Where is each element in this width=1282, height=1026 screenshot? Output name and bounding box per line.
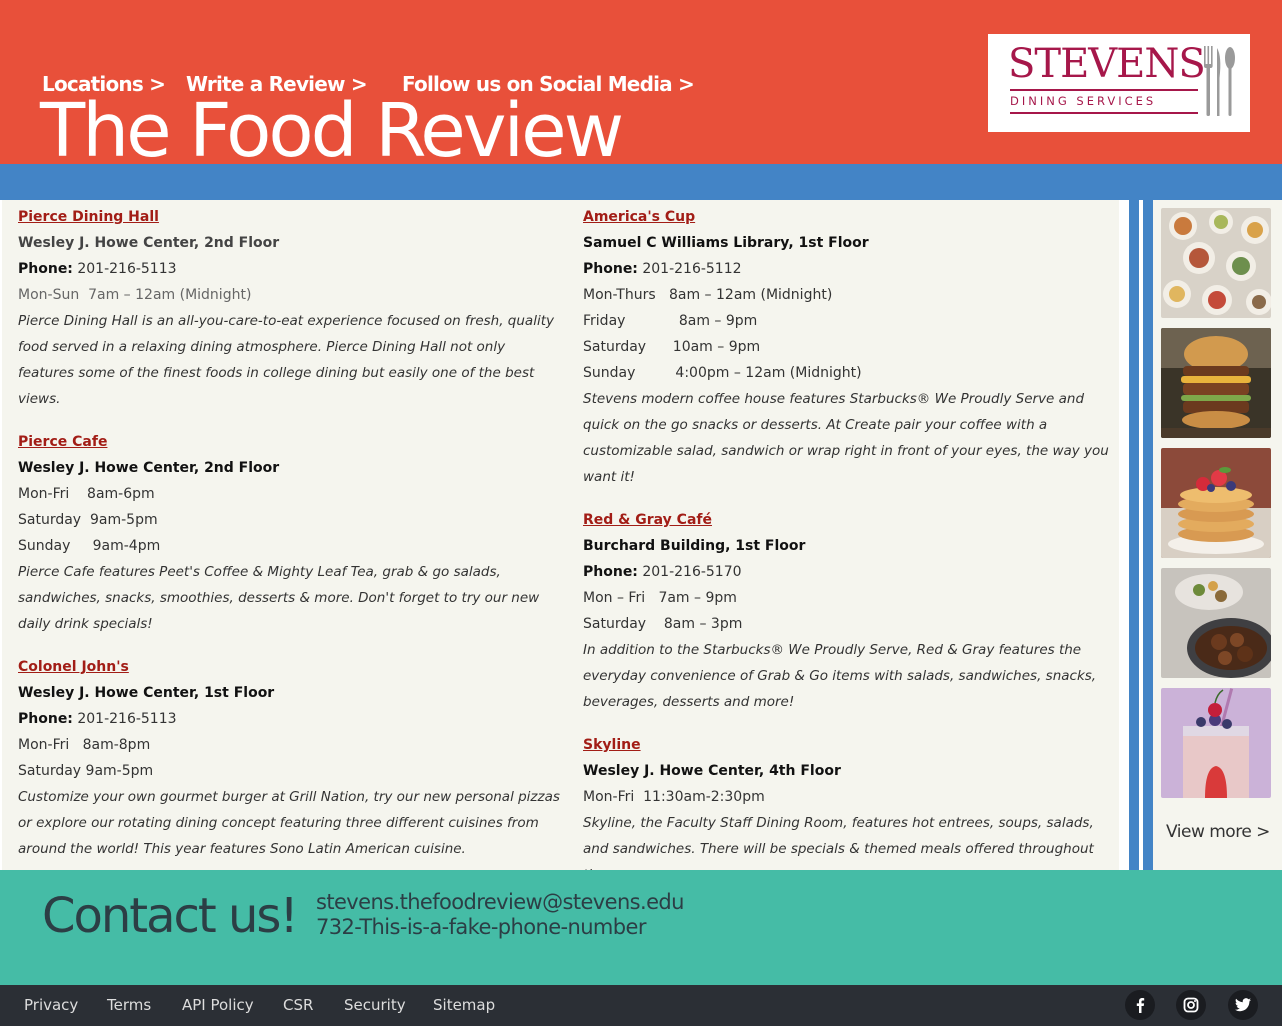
venue-hours: Saturday 10am – 9pm — [583, 339, 761, 355]
facebook-icon[interactable] — [1125, 990, 1155, 1020]
venue-description: Pierce Dining Hall is an all-you-care-to… — [18, 313, 554, 407]
phone-label: Phone: — [583, 261, 638, 277]
header: Locations > Write a Review > Follow us o… — [0, 0, 1282, 164]
venue-description: Pierce Cafe features Peet's Coffee & Mig… — [18, 564, 540, 632]
venue-name-link[interactable]: Skyline — [583, 732, 1113, 758]
venue-location: Burchard Building, 1st Floor — [583, 538, 806, 554]
contact-title: Contact us! — [42, 888, 299, 944]
footer-terms-link[interactable]: Terms — [107, 996, 151, 1014]
venue-description: In addition to the Starbucks® We Proudly… — [583, 642, 1097, 710]
venue-hours: Saturday 9am-5pm — [18, 763, 154, 779]
venue-hours: Sunday 9am-4pm — [18, 538, 161, 554]
venue-name-link[interactable]: Pierce Cafe — [18, 429, 563, 455]
venue-location: Samuel C Williams Library, 1st Floor — [583, 235, 869, 251]
venue-hours: Saturday 9am-5pm — [18, 512, 158, 528]
phone-number: 201-216-5113 — [72, 711, 177, 727]
view-more-link[interactable]: View more > — [1166, 822, 1270, 842]
venue-hours: Mon-Sun 7am – 12am (Midnight) — [18, 287, 252, 303]
phone-number: 201-216-5170 — [637, 564, 742, 580]
venue-hours: Mon-Fri 8am-8pm — [18, 737, 151, 753]
phone-number: 201-216-5113 — [72, 261, 177, 277]
footer-security-link[interactable]: Security — [344, 996, 406, 1014]
footer-privacy-link[interactable]: Privacy — [24, 996, 78, 1014]
venue-hours: Friday 8am – 9pm — [583, 313, 758, 329]
contact-email-link[interactable]: stevens.thefoodreview@stevens.edu — [316, 890, 684, 914]
logo-rule-bottom — [1010, 112, 1198, 114]
footer-api-policy-link[interactable]: API Policy — [182, 996, 254, 1014]
logo-rule-top — [1010, 89, 1198, 91]
venue-description: Customize your own gourmet burger at Gri… — [18, 789, 560, 857]
logo-wordmark: STEVENS — [1008, 41, 1206, 87]
venue-location: Wesley J. Howe Center, 1st Floor — [18, 685, 275, 701]
venue-location: Wesley J. Howe Center, 2nd Floor — [18, 460, 280, 476]
venue-phone: Phone: 201-216-5113 — [18, 256, 563, 282]
phone-number: 201-216-5112 — [637, 261, 742, 277]
venue-hours: Saturday 8am – 3pm — [583, 616, 743, 632]
footer: Privacy Terms API Policy CSR Security Si… — [0, 985, 1282, 1026]
venue-colonel-johns: Colonel John's Wesley J. Howe Center, 1s… — [18, 654, 563, 862]
venues-left-column: Pierce Dining Hall Wesley J. Howe Center… — [18, 204, 563, 879]
logo-subtitle: DINING SERVICES — [1010, 94, 1157, 108]
contact-section: Contact us! stevens.thefoodreview@steven… — [0, 870, 1282, 985]
venue-pierce-dining-hall: Pierce Dining Hall Wesley J. Howe Center… — [18, 204, 563, 412]
stevens-dining-logo[interactable]: STEVENS DINING SERVICES — [988, 34, 1250, 132]
phone-label: Phone: — [18, 711, 73, 727]
footer-csr-link[interactable]: CSR — [283, 996, 313, 1014]
venue-phone: Phone: 201-216-5113 — [18, 706, 563, 732]
footer-sitemap-link[interactable]: Sitemap — [433, 996, 495, 1014]
twitter-icon[interactable] — [1228, 990, 1258, 1020]
main-content: Pierce Dining Hall Wesley J. Howe Center… — [0, 200, 1120, 883]
column-divider — [1129, 200, 1139, 870]
venue-red-gray-cafe: Red & Gray Café Burchard Building, 1st F… — [583, 507, 1113, 715]
burger-image[interactable] — [1161, 328, 1271, 438]
header-band — [0, 164, 1282, 200]
venue-hours: Sunday 4:00pm – 12am (Midnight) — [583, 365, 862, 381]
venue-americas-cup: America's Cup Samuel C Williams Library,… — [583, 204, 1113, 490]
venue-hours: Mon – Fri 7am – 9pm — [583, 590, 737, 606]
page-title: The Food Review — [40, 88, 624, 164]
venues-right-column: America's Cup Samuel C Williams Library,… — [583, 204, 1113, 905]
pancakes-image[interactable] — [1161, 448, 1271, 558]
beef-dish-image[interactable] — [1161, 568, 1271, 678]
venue-name-link[interactable]: Pierce Dining Hall — [18, 204, 563, 230]
venue-hours: Mon-Fri 8am-6pm — [18, 486, 155, 502]
phone-label: Phone: — [583, 564, 638, 580]
venue-name-link[interactable]: Colonel John's — [18, 654, 563, 680]
venue-hours: Mon-Thurs 8am – 12am (Midnight) — [583, 287, 833, 303]
column-divider — [1119, 200, 1129, 870]
photo-sidebar: View more > — [1153, 200, 1282, 870]
column-divider — [1143, 200, 1153, 870]
venue-skyline: Skyline Wesley J. Howe Center, 4th Floor… — [583, 732, 1113, 888]
venue-hours: Mon-Fri 11:30am-2:30pm — [583, 789, 765, 805]
venue-location: Wesley J. Howe Center, 4th Floor — [583, 763, 841, 779]
contact-phone: 732-This-is-a-fake-phone-number — [316, 915, 646, 939]
venue-location: Wesley J. Howe Center, 2nd Floor — [18, 235, 280, 251]
venue-phone: Phone: 201-216-5112 — [583, 256, 1113, 282]
cutlery-icon — [1204, 46, 1235, 116]
venue-name-link[interactable]: America's Cup — [583, 204, 1113, 230]
smoothie-image[interactable] — [1161, 688, 1271, 798]
phone-label: Phone: — [18, 261, 73, 277]
instagram-icon[interactable] — [1176, 990, 1206, 1020]
venue-name-link[interactable]: Red & Gray Café — [583, 507, 1113, 533]
venue-description: Stevens modern coffee house features Sta… — [583, 391, 1109, 485]
venue-pierce-cafe: Pierce Cafe Wesley J. Howe Center, 2nd F… — [18, 429, 563, 637]
food-platter-image[interactable] — [1161, 208, 1271, 318]
venue-phone: Phone: 201-216-5170 — [583, 559, 1113, 585]
